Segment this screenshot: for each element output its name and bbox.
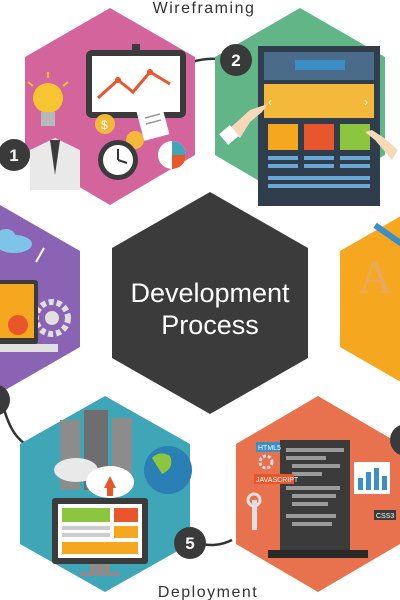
development-process-diagram: $ ‹ › A Development Process HTML5 JAVASC… (0, 0, 400, 600)
step-badge-partial-left (0, 385, 10, 415)
globe-icon (144, 446, 192, 494)
css-tag-label: CSS3 (376, 513, 394, 520)
step-badge-2: 2 (220, 44, 252, 76)
step-badge-5: 5 (174, 527, 206, 559)
website-wireframe-icon: ‹ › (258, 46, 380, 206)
css-tag: CSS3 (374, 510, 396, 520)
hexagon-design: A (340, 216, 400, 382)
hexagon-planning: $ (25, 8, 195, 205)
javascript-tag: JAVASCRIPT (254, 474, 299, 484)
step-number-2: 2 (231, 51, 240, 70)
hexagon-development (0, 205, 80, 393)
javascript-tag-label: JAVASCRIPT (256, 477, 299, 484)
step-number-1: 1 (9, 146, 18, 165)
stage-label-wireframing: Wireframing (153, 0, 256, 17)
pie-chart-icon (158, 141, 186, 169)
center-title-line2: Process (161, 310, 259, 340)
svg-text:‹: ‹ (268, 95, 272, 109)
html-tag: HTML5 (256, 442, 281, 452)
stage-label-deployment: Deployment (158, 584, 258, 600)
svg-text:$: $ (101, 118, 108, 132)
design-letter: A (358, 251, 393, 304)
center-title-line1: Development (130, 278, 290, 308)
clock-icon (98, 140, 138, 180)
svg-text:›: › (364, 95, 368, 109)
bar-chart-icon (354, 462, 390, 494)
center-hexagon: Development Process (112, 192, 308, 414)
presentation-board-icon (86, 44, 186, 118)
html-tag-label: HTML5 (258, 445, 281, 452)
step-number-5: 5 (185, 534, 194, 553)
hexagon-testing: HTML5 JAVASCRIPT CSS3 (236, 396, 400, 592)
hexagon-deployment (20, 396, 192, 592)
hexagon-wireframing: ‹ › (215, 8, 398, 206)
